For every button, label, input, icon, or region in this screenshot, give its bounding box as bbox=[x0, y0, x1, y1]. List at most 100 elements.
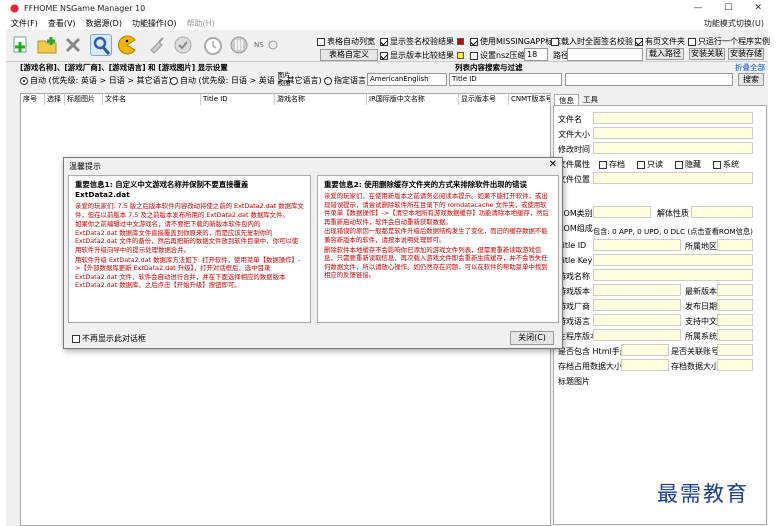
field-label: 解体性质 bbox=[657, 209, 689, 218]
column-header[interactable]: IR国际版中文名称 bbox=[367, 94, 459, 105]
filename-value bbox=[593, 112, 753, 124]
field-label: 主程序版本 bbox=[558, 332, 598, 341]
verify-icon[interactable] bbox=[172, 34, 194, 56]
menu-file[interactable]: 文件(F) bbox=[6, 18, 43, 29]
table-custom-button[interactable]: 表格自定义 bbox=[320, 49, 378, 61]
attr-system[interactable]: 系统 bbox=[713, 159, 739, 170]
pacman-icon[interactable] bbox=[116, 34, 138, 56]
column-header[interactable]: 选择 bbox=[45, 94, 65, 105]
install-nsp-button[interactable]: 安装存储 bbox=[728, 48, 764, 60]
attr-readonly-checkbox[interactable] bbox=[637, 160, 645, 169]
path-select[interactable] bbox=[567, 48, 643, 61]
single-instance-option[interactable]: 只运行一个程序实例 bbox=[688, 36, 770, 47]
menu-datasource[interactable]: 数据源(D) bbox=[81, 18, 127, 29]
field-label: 文件名 bbox=[558, 115, 582, 124]
load-verify-checkbox[interactable] bbox=[551, 37, 559, 46]
attr-system-checkbox[interactable] bbox=[713, 160, 721, 169]
version-compare-option[interactable]: 显示版本比较结果 bbox=[380, 50, 464, 61]
language-select[interactable]: AmericanEnglish bbox=[367, 73, 447, 86]
show-verify-option[interactable]: 显示签名校验结果 bbox=[380, 36, 464, 47]
lang-mode-auto1[interactable]: 自动 (优先级: 英语 > 日语 > 其它语言) bbox=[20, 75, 172, 86]
column-header[interactable]: 标题图片 bbox=[65, 94, 103, 105]
load-path-button[interactable]: 载入路径 bbox=[646, 48, 684, 60]
no-show-checkbox[interactable] bbox=[72, 334, 80, 343]
search-field-select[interactable]: Title ID bbox=[449, 73, 562, 86]
broom-icon[interactable] bbox=[146, 34, 168, 56]
maximize-button[interactable]: ☐ bbox=[724, 0, 732, 16]
install-link-button[interactable]: 安装关联 bbox=[689, 48, 725, 60]
lang-mode-auto2[interactable]: 自动 (优先级: 日语 > 英语 > 其它语言) bbox=[170, 75, 322, 86]
field-label: 存档占用数据大小 bbox=[558, 362, 622, 371]
minimize-button[interactable]: — bbox=[693, 0, 702, 16]
field-label: ROM类别 bbox=[558, 209, 593, 218]
lang-mode-specific-radio[interactable] bbox=[324, 76, 332, 85]
notice-1-paragraph: 如果你之前编辑过中文游戏名，请不要把下载的新版本软件包内的 ExtData2.d… bbox=[75, 220, 299, 254]
dialog-close-icon[interactable]: ✕ bbox=[549, 159, 557, 170]
compare-color-swatch[interactable] bbox=[457, 52, 464, 59]
verify-color-swatch[interactable] bbox=[457, 38, 464, 45]
field-label: 修改时间 bbox=[558, 145, 590, 154]
collapse-all-link[interactable]: 折叠全部 bbox=[735, 62, 765, 73]
search-input[interactable] bbox=[565, 73, 733, 86]
lang-mode-auto1-radio[interactable] bbox=[20, 76, 28, 85]
load-verify-option[interactable]: 载入时全面签名校验 bbox=[551, 36, 633, 47]
attr-archive-checkbox[interactable] bbox=[599, 160, 607, 169]
auto-list-width-option[interactable]: 表格自动列宽 bbox=[317, 36, 375, 47]
lang-mode-specific[interactable]: 指定语言 bbox=[324, 75, 366, 86]
tab-info[interactable]: 信息 bbox=[554, 94, 579, 105]
close-window-button[interactable]: ✕ bbox=[754, 0, 762, 16]
attr-readonly[interactable]: 只读 bbox=[637, 159, 663, 170]
column-header[interactable]: 序号 bbox=[21, 94, 45, 105]
watermark-text: 最需教育 bbox=[657, 482, 749, 506]
missing-tag-checkbox[interactable] bbox=[470, 37, 478, 46]
timer-icon[interactable] bbox=[202, 34, 224, 56]
field-label: ROM组成 bbox=[558, 224, 593, 233]
column-header[interactable]: 游戏名称 bbox=[275, 94, 367, 105]
dialog-close-button[interactable]: 关闭(C) bbox=[510, 331, 554, 345]
attr-archive[interactable]: 存档 bbox=[599, 159, 625, 170]
notice-2-title: 重要信息2: 使用删除缓存文件夹的方式来排除软件出现的错误 bbox=[324, 180, 527, 189]
nsz-compress-checkbox[interactable] bbox=[470, 51, 478, 60]
add-folder-icon[interactable] bbox=[36, 34, 58, 56]
dir-file-checkbox[interactable] bbox=[635, 37, 643, 46]
menu-operations[interactable]: 功能操作(O) bbox=[127, 18, 182, 29]
delete-icon[interactable] bbox=[62, 34, 84, 56]
auto-list-width-checkbox[interactable] bbox=[317, 37, 325, 46]
package-info-link[interactable]: 包含: 0 APP, 0 UPD, 0 DLC (点击查看ROM信息) bbox=[593, 227, 753, 237]
lang-mode-auto2-radio[interactable] bbox=[170, 76, 178, 85]
field-label: 是否关联账号 bbox=[671, 347, 719, 356]
column-header[interactable]: Title ID bbox=[201, 94, 275, 105]
modified-time-value bbox=[593, 142, 753, 154]
attr-hidden-checkbox[interactable] bbox=[675, 160, 683, 169]
search-button[interactable]: 搜索 bbox=[738, 73, 764, 86]
menu-bar: 文件(F) 查看(V) 数据源(D) 功能操作(O) 帮助(H) 功能模式切换(… bbox=[6, 16, 768, 30]
notice-1-paragraph: 用软件升级 ExtData2.dat 数据库方法如下: 打开软件，使用菜单【数据… bbox=[75, 255, 301, 290]
ns-label: NS bbox=[254, 41, 264, 49]
single-instance-checkbox[interactable] bbox=[688, 37, 696, 46]
show-verify-checkbox[interactable] bbox=[380, 37, 388, 46]
menu-view[interactable]: 查看(V) bbox=[43, 18, 81, 29]
add-file-icon[interactable] bbox=[10, 34, 32, 56]
version-compare-checkbox[interactable] bbox=[380, 51, 388, 60]
column-header[interactable]: CNMT版本号 bbox=[509, 94, 551, 105]
missing-tag-option[interactable]: 使用MISSINGAPP标志 bbox=[470, 36, 561, 47]
disc-icon[interactable] bbox=[268, 34, 278, 56]
no-show-option[interactable]: 不再显示此对话框 bbox=[72, 333, 146, 344]
notice-1-title: 重要信息1: 自定义中文游戏名称并保制不要直接覆盖 ExtData2.dat bbox=[75, 180, 249, 199]
html-manual-value bbox=[621, 344, 669, 356]
attr-hidden[interactable]: 隐藏 bbox=[675, 159, 701, 170]
window-title: FFHOME NSGame Manager 10 bbox=[24, 3, 146, 13]
mode-switch-menu[interactable]: 功能模式切换(U) bbox=[704, 18, 764, 29]
main-window: FFHOME NSGame Manager 10 — ☐ ✕ 文件(F) 查看(… bbox=[6, 0, 770, 526]
account-link-value bbox=[717, 344, 753, 356]
compress-level-select[interactable]: 18 bbox=[524, 48, 548, 61]
menu-help[interactable]: 帮助(H) bbox=[182, 18, 220, 29]
tab-tools[interactable]: 工具 bbox=[579, 94, 602, 105]
column-header[interactable]: 文件名 bbox=[103, 94, 201, 105]
search-icon[interactable] bbox=[90, 34, 112, 56]
dir-file-option[interactable]: 有页文件夹 bbox=[635, 36, 685, 47]
notice-pane-1: 重要信息1: 自定义中文游戏名称并保制不要直接覆盖 ExtData2.dat 亲… bbox=[68, 175, 311, 323]
info-panel: 信息 工具 文件名 文件大小 修改时间 文件属性 存档 只读 隐藏 系统 文件位… bbox=[551, 93, 768, 526]
column-header[interactable]: 显示版本号 bbox=[459, 94, 509, 105]
update-icon[interactable] bbox=[228, 34, 250, 56]
